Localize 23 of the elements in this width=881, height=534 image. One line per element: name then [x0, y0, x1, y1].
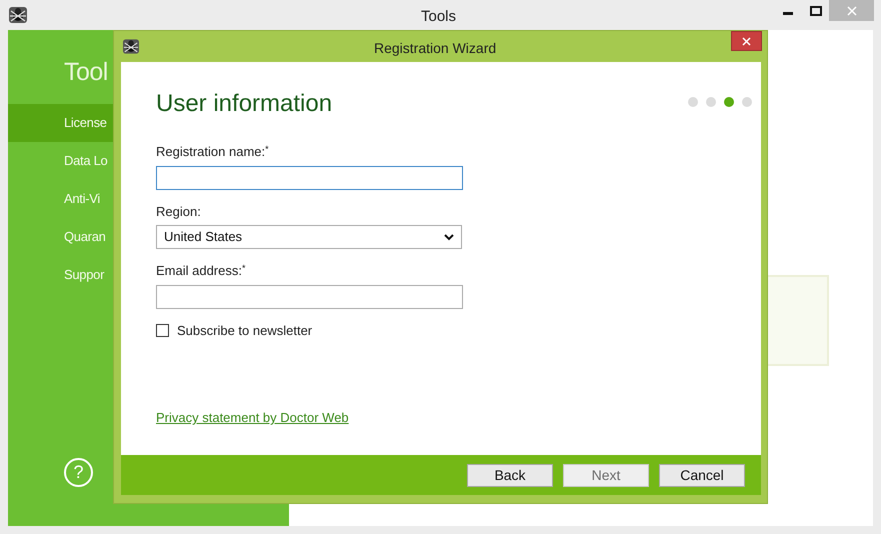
wizard-button[interactable]: Back: [467, 464, 553, 486]
heading: User information: [156, 89, 332, 119]
help-icon[interactable]: ?: [64, 458, 93, 487]
region-dropdown[interactable]: United States: [156, 225, 462, 249]
maximize-icon[interactable]: [810, 6, 822, 16]
field-label: Email address:$^{*}$: [156, 262, 246, 280]
field-label: Registration name:$^{*}$: [156, 142, 270, 161]
window-title: Tools: [421, 7, 456, 27]
close-icon: [742, 36, 751, 46]
close-icon: [846, 6, 856, 16]
app-icon: [9, 7, 27, 23]
wizard-button[interactable]: Cancel: [659, 464, 745, 486]
dialog-title: Registration Wizard: [374, 39, 496, 58]
field-label: Region:: [156, 202, 202, 221]
checkbox-label: Subscribe to newsletter: [177, 322, 312, 340]
app-icon: [123, 39, 139, 54]
chevron-down-icon: [444, 234, 454, 240]
checkbox[interactable]: [156, 324, 169, 337]
close-button[interactable]: [731, 31, 762, 51]
sidebar-title: Tool: [64, 57, 108, 88]
privacy-link[interactable]: Privacy statement by Doctor Web: [156, 410, 349, 425]
input-field[interactable]: [156, 284, 463, 308]
input-field[interactable]: [156, 166, 463, 190]
